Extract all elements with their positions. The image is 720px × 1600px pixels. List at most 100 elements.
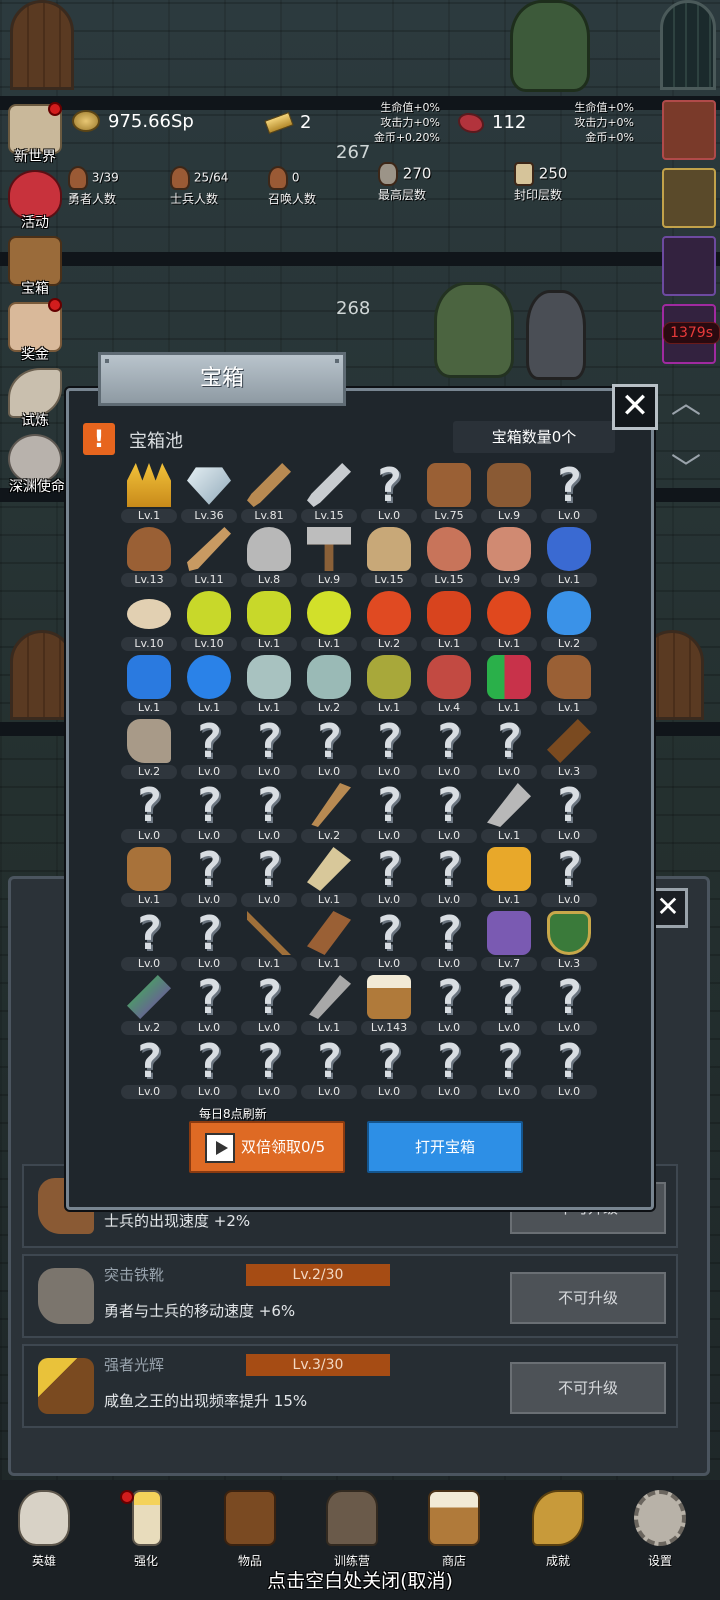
chest-pool-item[interactable]: ? Lv.0 (479, 973, 539, 1037)
chest-pool-item[interactable]: Lv.15 (299, 461, 359, 525)
chest-pool-item[interactable]: Lv.4 (419, 653, 479, 717)
chest-pool-item[interactable]: ? Lv.0 (539, 461, 599, 525)
chest-pool-item[interactable]: ? Lv.0 (179, 909, 239, 973)
side-item-events[interactable]: 活动 (2, 166, 68, 232)
chest-pool-item[interactable]: ? Lv.0 (359, 845, 419, 909)
chest-pool-item[interactable]: Lv.1 (299, 845, 359, 909)
chest-pool-item[interactable]: Lv.1 (479, 653, 539, 717)
nav-shop[interactable]: 商店 (414, 1490, 494, 1570)
chest-pool-item[interactable]: Lv.1 (539, 525, 599, 589)
chest-pool-item[interactable]: ? Lv.0 (479, 717, 539, 781)
chest-pool-item[interactable]: Lv.15 (359, 525, 419, 589)
chest-pool-item[interactable]: Lv.1 (539, 653, 599, 717)
scroll-up-chevron-icon[interactable]: ︿ (666, 378, 706, 421)
chest-pool-item[interactable]: ? Lv.0 (179, 1037, 239, 1101)
chest-pool-item[interactable]: ? Lv.0 (419, 781, 479, 845)
chest-pool-item[interactable]: Lv.7 (479, 909, 539, 973)
chest-pool-item[interactable]: Lv.75 (419, 461, 479, 525)
side-item-new-world[interactable]: 新世界 (2, 100, 68, 166)
chest-pool-item[interactable]: ? Lv.0 (419, 845, 479, 909)
onion-item-button[interactable] (662, 100, 716, 160)
chest-pool-item[interactable]: Lv.3 (539, 717, 599, 781)
nav-enhance[interactable]: 强化 (106, 1490, 186, 1570)
side-item-chest[interactable]: 宝箱 (2, 232, 68, 298)
chest-pool-item[interactable]: ? Lv.0 (179, 845, 239, 909)
chest-pool-item[interactable]: Lv.143 (359, 973, 419, 1037)
close-icon[interactable]: ✕ (612, 384, 658, 430)
nav-items[interactable]: 物品 (210, 1490, 290, 1570)
chest-pool-item[interactable]: Lv.2 (359, 589, 419, 653)
chest-pool-item[interactable]: ? Lv.0 (419, 973, 479, 1037)
chest-pool-item[interactable]: ? Lv.0 (539, 1037, 599, 1101)
nav-heroes[interactable]: 英雄 (4, 1490, 84, 1570)
chest-pool-item[interactable]: Lv.1 (119, 461, 179, 525)
chest-pool-item[interactable]: ? Lv.0 (359, 717, 419, 781)
chest-pool-item[interactable]: Lv.1 (239, 653, 299, 717)
chest-pool-item[interactable]: ? Lv.0 (179, 781, 239, 845)
chest-pool-item[interactable]: Lv.10 (179, 589, 239, 653)
chest-pool-item[interactable]: Lv.1 (119, 845, 179, 909)
chest-pool-item[interactable]: Lv.2 (119, 717, 179, 781)
chest-pool-item[interactable]: Lv.1 (419, 589, 479, 653)
chest-pool-item[interactable]: Lv.36 (179, 461, 239, 525)
chest-pool-item[interactable]: ? Lv.0 (179, 973, 239, 1037)
chest-pool-item[interactable]: Lv.1 (119, 653, 179, 717)
open-chest-button[interactable]: 打开宝箱 (367, 1121, 523, 1173)
chest-pool-item[interactable]: Lv.1 (479, 781, 539, 845)
side-item-trial[interactable]: 试炼 (2, 364, 68, 430)
chest-pool-item[interactable]: Lv.8 (239, 525, 299, 589)
chest-pool-item[interactable]: ? Lv.0 (299, 717, 359, 781)
chest-pool-item[interactable]: ? Lv.0 (239, 781, 299, 845)
chest-pool-item[interactable]: Lv.9 (479, 461, 539, 525)
chest-pool-item[interactable]: Lv.2 (299, 653, 359, 717)
upgrade-button[interactable]: 不可升级 (510, 1362, 666, 1414)
chest-pool-item[interactable]: Lv.1 (479, 845, 539, 909)
nav-settings[interactable]: 设置 (620, 1490, 700, 1570)
chest-pool-item[interactable]: Lv.10 (119, 589, 179, 653)
chest-pool-item[interactable]: Lv.11 (179, 525, 239, 589)
chest-pool-item[interactable]: Lv.1 (239, 909, 299, 973)
chest-pool-item[interactable]: Lv.2 (119, 973, 179, 1037)
chest-pool-item[interactable]: Lv.13 (119, 525, 179, 589)
candle-item-button[interactable] (662, 168, 716, 228)
chest-pool-item[interactable]: ? Lv.0 (119, 909, 179, 973)
chest-pool-item[interactable]: ? Lv.0 (119, 781, 179, 845)
chest-pool-item[interactable]: ? Lv.0 (539, 781, 599, 845)
chest-pool-item[interactable]: Lv.15 (419, 525, 479, 589)
chest-pool-item[interactable]: ? Lv.0 (539, 973, 599, 1037)
chest-pool-item[interactable]: Lv.2 (299, 781, 359, 845)
chest-pool-item[interactable]: ? Lv.0 (239, 1037, 299, 1101)
chest-pool-item[interactable]: Lv.9 (299, 525, 359, 589)
chest-pool-item[interactable]: ? Lv.0 (479, 1037, 539, 1101)
side-item-abyss-mission[interactable]: 深渊使命 (2, 430, 72, 496)
chest-pool-item[interactable]: ? Lv.0 (359, 1037, 419, 1101)
chest-pool-item[interactable]: ? Lv.0 (179, 717, 239, 781)
chest-pool-item[interactable]: ? Lv.0 (119, 1037, 179, 1101)
chest-pool-item[interactable]: Lv.81 (239, 461, 299, 525)
chest-pool-item[interactable]: Lv.1 (479, 589, 539, 653)
chest-pool-item[interactable]: ? Lv.0 (239, 717, 299, 781)
upgrade-button[interactable]: 不可升级 (510, 1272, 666, 1324)
chest-pool-item[interactable]: ? Lv.0 (239, 973, 299, 1037)
nav-training-camp[interactable]: 训练营 (312, 1490, 392, 1570)
close-hint[interactable]: 点击空白处关闭(取消) (0, 1566, 720, 1593)
scroll-down-chevron-icon[interactable]: ﹀ (666, 444, 706, 487)
scroll-item-button[interactable] (662, 236, 716, 296)
chest-pool-item[interactable]: Lv.3 (539, 909, 599, 973)
chest-pool-item[interactable]: ? Lv.0 (419, 909, 479, 973)
chest-pool-item[interactable]: ? Lv.0 (359, 781, 419, 845)
chest-pool-item[interactable]: ? Lv.0 (539, 845, 599, 909)
warning-icon[interactable]: ! (83, 423, 115, 455)
chest-pool-item[interactable]: Lv.1 (299, 909, 359, 973)
chest-pool-item[interactable]: Lv.1 (359, 653, 419, 717)
nav-achievements[interactable]: 成就 (518, 1490, 598, 1570)
chest-pool-item[interactable]: Lv.1 (299, 973, 359, 1037)
double-claim-button[interactable]: 双倍领取0/5 (189, 1121, 345, 1173)
upgrade-panel-close-button[interactable]: ✕ (648, 888, 688, 928)
chest-pool-item[interactable]: Lv.2 (539, 589, 599, 653)
chest-pool-item[interactable]: ? Lv.0 (299, 1037, 359, 1101)
chest-pool-item[interactable]: ? Lv.0 (419, 1037, 479, 1101)
chest-pool-item[interactable]: ? Lv.0 (359, 461, 419, 525)
chest-pool-item[interactable]: Lv.1 (179, 653, 239, 717)
chest-pool-item[interactable]: Lv.1 (239, 589, 299, 653)
